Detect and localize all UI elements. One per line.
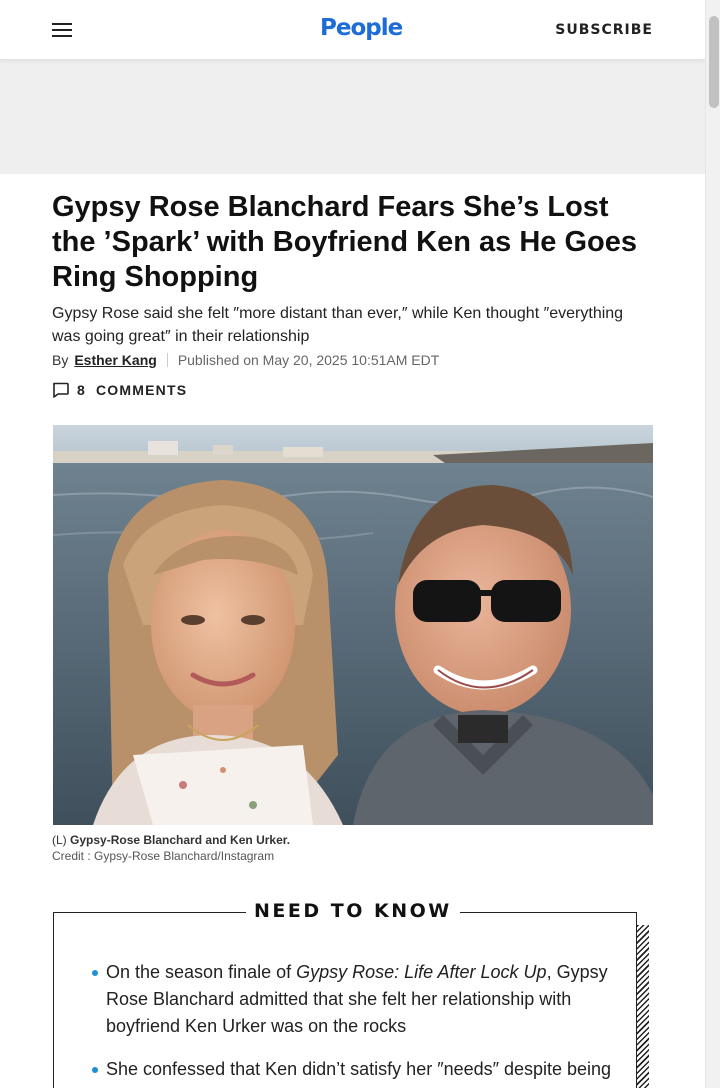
comments-count: 8 xyxy=(77,382,86,398)
subscribe-button[interactable]: SUBSCRIBE xyxy=(555,22,653,38)
bullet-icon xyxy=(92,1067,98,1073)
caption-text: Gypsy-Rose Blanchard and Ken Urker. xyxy=(70,833,291,847)
article-dek: Gypsy Rose said she felt ″more distant t… xyxy=(52,305,624,345)
scrollbar-thumb[interactable] xyxy=(709,16,719,108)
bullet-icon xyxy=(92,970,98,976)
byline-prefix: By xyxy=(52,352,69,368)
hamburger-menu-icon[interactable] xyxy=(52,22,72,37)
photo-caption: (L) Gypsy-Rose Blanchard and Ken Urker. xyxy=(52,833,290,848)
byline: By Esther Kang Published on May 20, 2025… xyxy=(52,352,439,368)
comments-button[interactable]: 8 COMMENTS xyxy=(52,382,187,398)
site-header: People SUBSCRIBE xyxy=(0,0,705,60)
need-to-know-title: NEED TO KNOW xyxy=(246,900,460,922)
ad-placeholder xyxy=(0,60,705,174)
list-item: On the season finale of Gypsy Rose: Life… xyxy=(86,959,616,1040)
page-scrollbar[interactable] xyxy=(705,0,720,1088)
page: People SUBSCRIBE Gypsy Rose Blanchard Fe… xyxy=(0,0,720,1088)
article-photo[interactable] xyxy=(53,425,653,825)
people-logo[interactable]: People xyxy=(320,15,403,41)
photo-credit: Credit : Gypsy-Rose Blanchard/Instagram xyxy=(52,849,275,863)
comments-label: COMMENTS xyxy=(96,382,188,398)
author-link[interactable]: Esther Kang xyxy=(74,352,156,368)
list-item-text-before: On the season finale of xyxy=(106,962,297,982)
couple-selfie-image xyxy=(53,425,653,825)
published-date: Published on May 20, 2025 10:51AM EDT xyxy=(177,352,440,368)
need-to-know-list: On the season finale of Gypsy Rose: Life… xyxy=(86,959,616,1088)
byline-divider xyxy=(166,353,168,367)
list-item-text-before: She confessed that Ken didn’t satisfy he… xyxy=(106,1059,612,1088)
need-to-know-shadow xyxy=(637,925,649,1088)
article-content: Gypsy Rose Blanchard Fears She’s Lost th… xyxy=(0,174,705,1088)
comment-bubble-icon xyxy=(53,382,69,398)
article-headline: Gypsy Rose Blanchard Fears She’s Lost th… xyxy=(52,191,637,293)
caption-prefix: (L) xyxy=(52,833,67,847)
list-item-show-title: Gypsy Rose: Life After Lock Up xyxy=(296,962,547,982)
list-item: She confessed that Ken didn’t satisfy he… xyxy=(86,1056,616,1088)
